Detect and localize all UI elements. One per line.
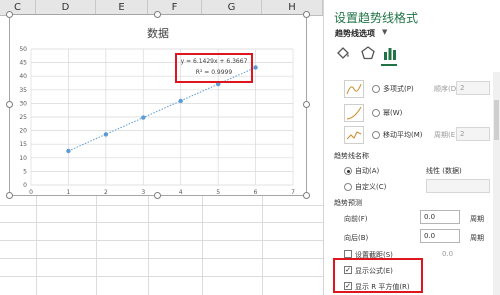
checkbox-highlight-box [333,258,423,293]
y-tick-label: 40 [19,73,27,80]
resize-handle[interactable] [303,11,310,18]
moving-average-label: 移动平均(M) [383,131,423,139]
radio-custom-name[interactable] [344,183,352,191]
resize-handle[interactable] [303,101,310,108]
radio-polynomial[interactable] [372,85,380,93]
y-tick-label: 50 [19,46,27,53]
bar-chart-icon[interactable] [381,44,399,62]
resize-handle[interactable] [154,192,161,199]
resize-handle[interactable] [6,11,13,18]
x-tick-label: 4 [179,189,183,195]
data-point [66,148,71,154]
y-tick-label: 35 [19,87,27,94]
y-tick-label: 0 [23,182,27,189]
chevron-down-icon[interactable]: ▼ [382,28,387,36]
equation-highlight-box: y = 6.1429x + 6.3667 R² = 0.9999 [175,53,253,83]
resize-handle[interactable] [154,11,161,18]
gridline [0,205,323,206]
pentagon-icon[interactable] [359,44,377,62]
backward-label: 向后(B) [344,234,369,242]
period-field[interactable]: 2 [456,127,490,141]
trendline-name-section: 趋势线名称 [334,152,369,160]
scatter-chart[interactable]: 数据 0 5 10 15 20 25 30 35 40 45 50 0 1 2 3 4 5 6 7 y = 6.14… [9,14,307,196]
auto-name-value: 线性 (数据) [426,167,462,175]
backward-field[interactable]: 0.0 [420,229,460,243]
auto-name-label: 自动(A) [355,167,380,175]
worksheet[interactable]: C D E F G H 数据 0 5 10 15 20 25 30 35 40 45 50 0 1 2 3 4… [0,0,323,295]
custom-name-field[interactable] [426,179,490,193]
forward-label: 向前(F) [344,215,368,223]
y-tick-label: 15 [19,141,27,148]
r-squared-label: R² = 0.9999 [195,69,233,76]
moving-average-icon [344,126,364,144]
forward-unit: 周期 [470,215,484,223]
scrollbar-thumb[interactable] [494,100,499,140]
power-label: 幂(W) [383,109,403,117]
fill-icon[interactable] [334,44,352,62]
radio-auto-name[interactable] [344,167,352,175]
data-point [178,98,183,104]
custom-name-label: 自定义(C) [355,183,387,191]
polynomial-icon [344,80,364,98]
trendline-equation: y = 6.1429x + 6.3667 [180,58,248,65]
resize-handle[interactable] [6,101,13,108]
data-point [253,65,258,70]
x-tick-label: 2 [104,189,108,195]
data-point [103,132,109,137]
y-tick-label: 5 [23,168,27,175]
trendline-options-dropdown[interactable]: 趋势线选项 [335,28,375,39]
radio-power[interactable] [372,109,380,117]
gridline [0,240,323,241]
forecast-section: 趋势预测 [334,199,362,207]
x-tick-label: 5 [216,189,220,195]
data-point [141,115,146,120]
y-tick-label: 30 [19,100,27,107]
gridline [0,276,323,277]
y-tick-label: 25 [19,114,27,121]
set-intercept-checkbox[interactable] [344,250,352,258]
format-trendline-pane: 设置趋势线格式 趋势线选项 ▼ 多项式(P) 顺序(D) 2 幂(W) 移动平均… [323,0,500,295]
y-tick-label: 45 [19,60,27,67]
x-tick-label: 1 [67,189,71,195]
tab-selected-indicator [381,64,397,66]
power-icon [344,104,364,122]
x-tick-label: 6 [254,189,258,195]
x-tick-label: 0 [29,189,33,195]
intercept-value: 0.0 [442,250,454,258]
forward-field[interactable]: 0.0 [420,210,460,224]
gridline [0,222,323,223]
x-tick-label: 3 [141,189,145,195]
polynomial-label: 多项式(P) [383,85,414,93]
plot-area: 051015202530354045500 1 2 3 4 5 6 7 [19,46,295,195]
radio-moving-average[interactable] [372,131,380,139]
order-field[interactable]: 2 [456,81,490,95]
backward-unit: 周期 [470,234,484,242]
period-label: 周期(E) [434,131,458,139]
resize-handle[interactable] [303,192,310,199]
y-tick-label: 20 [19,128,27,135]
x-tick-label: 7 [291,189,295,195]
y-tick-label: 10 [19,155,27,162]
pane-title: 设置趋势线格式 [334,11,419,25]
resize-handle[interactable] [6,192,13,199]
gridline [0,258,323,259]
